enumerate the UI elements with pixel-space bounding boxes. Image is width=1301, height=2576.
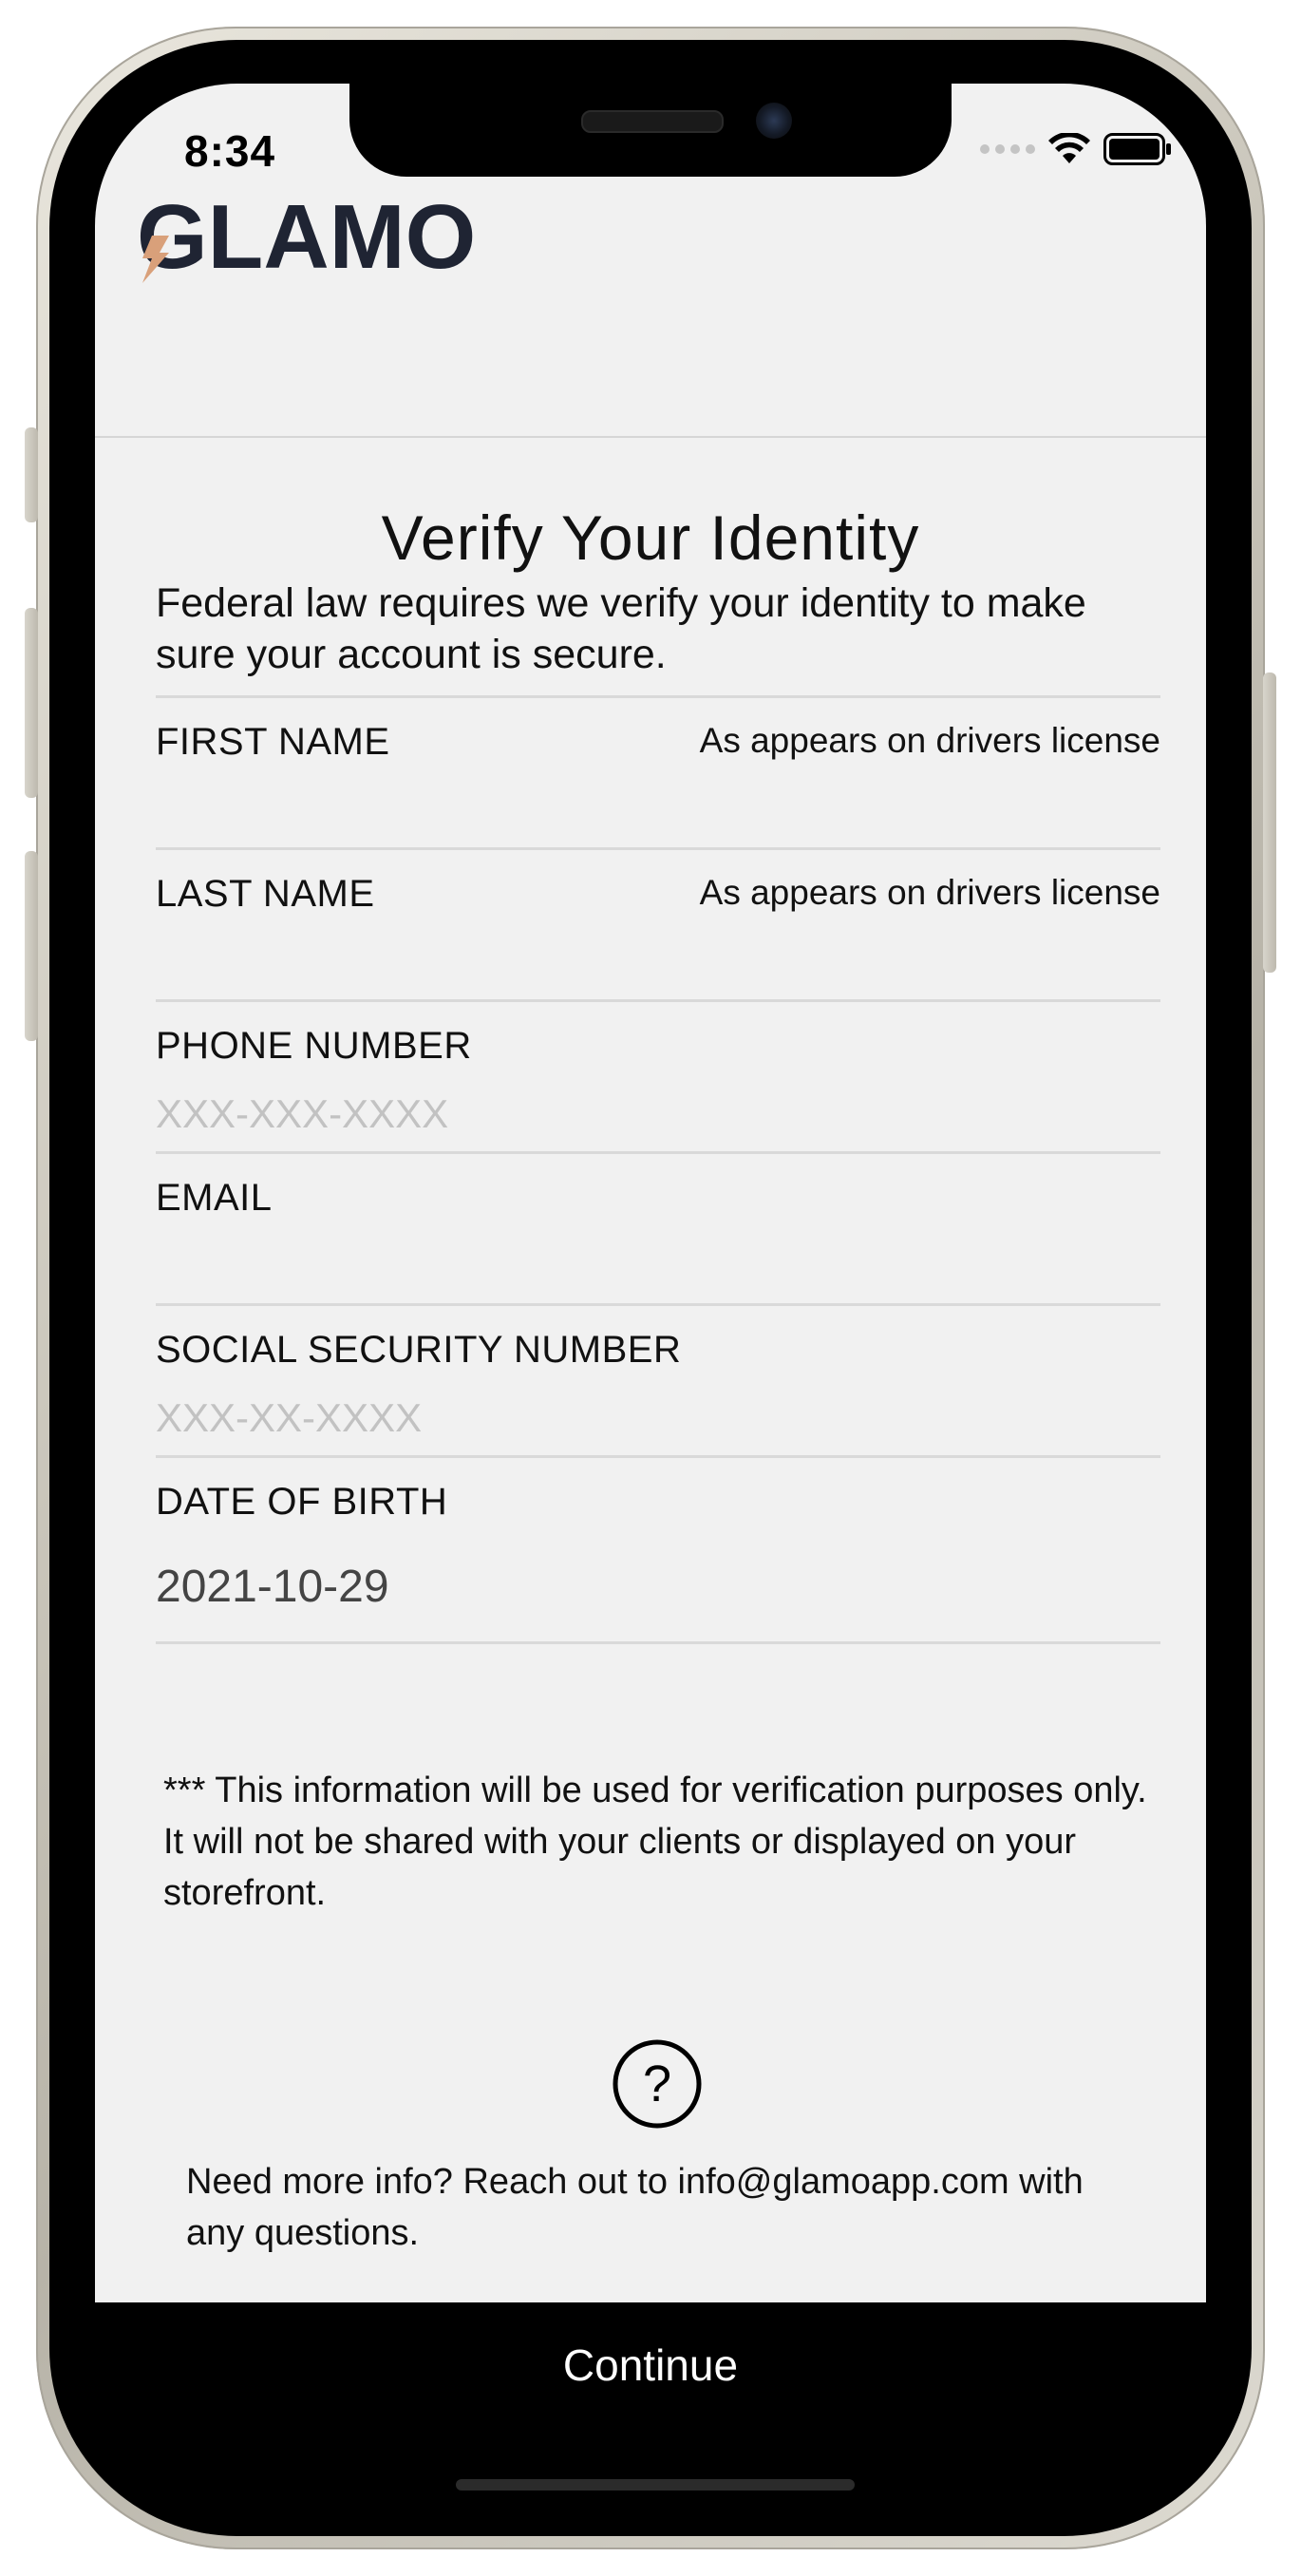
continue-button[interactable]: Continue bbox=[95, 2302, 1206, 2426]
last-name-label: LAST NAME bbox=[156, 873, 375, 915]
svg-text:?: ? bbox=[643, 2055, 671, 2112]
phone-number-field: PHONE NUMBER bbox=[156, 999, 1160, 1152]
first-name-field: FIRST NAME As appears on drivers license bbox=[156, 695, 1160, 848]
glamo-logo: GLAMO bbox=[137, 186, 479, 290]
date-of-birth-label: DATE OF BIRTH bbox=[156, 1481, 448, 1523]
last-name-field: LAST NAME As appears on drivers license bbox=[156, 847, 1160, 1000]
ssn-field: SOCIAL SECURITY NUMBER bbox=[156, 1303, 1160, 1456]
last-name-input[interactable] bbox=[156, 934, 1160, 991]
date-of-birth-value[interactable]: 2021-10-29 bbox=[156, 1561, 389, 1613]
silent-switch bbox=[25, 427, 38, 522]
first-name-label: FIRST NAME bbox=[156, 721, 390, 763]
home-indicator[interactable] bbox=[456, 2479, 855, 2491]
form-bottom-divider bbox=[156, 1641, 1160, 1644]
notch bbox=[349, 84, 952, 177]
verification-notice: *** This information will be used for ve… bbox=[163, 1771, 1147, 1913]
earpiece-speaker bbox=[581, 110, 724, 133]
question-circle-icon[interactable]: ? bbox=[612, 2038, 703, 2134]
glamo-logo-icon: GLAMO bbox=[137, 186, 476, 288]
volume-down-button bbox=[25, 851, 38, 1041]
app-content: 8:34 GLAMO Verify Your Identity Federal … bbox=[95, 84, 1206, 2302]
screen: 8:34 GLAMO Verify Your Identity Federal … bbox=[95, 84, 1206, 2492]
status-time: 8:34 bbox=[184, 126, 276, 176]
page-subtitle: Federal law requires we verify your iden… bbox=[156, 580, 1086, 677]
first-name-hint: As appears on drivers license bbox=[699, 721, 1160, 760]
phone-number-input[interactable] bbox=[156, 1086, 1160, 1143]
date-of-birth-field[interactable]: DATE OF BIRTH 2021-10-29 bbox=[156, 1455, 1160, 1644]
first-name-input[interactable] bbox=[156, 782, 1160, 839]
ssn-input[interactable] bbox=[156, 1390, 1160, 1447]
email-input[interactable] bbox=[156, 1238, 1160, 1295]
cellular-signal-icon bbox=[980, 144, 1035, 154]
phone-number-label: PHONE NUMBER bbox=[156, 1025, 472, 1067]
battery-icon bbox=[1103, 133, 1171, 165]
logo-text: GLAMO bbox=[137, 190, 476, 285]
email-field: EMAIL bbox=[156, 1151, 1160, 1304]
front-camera bbox=[756, 103, 792, 139]
page-title: Verify Your Identity bbox=[381, 502, 920, 573]
status-indicators bbox=[980, 133, 1172, 165]
volume-up-button bbox=[25, 608, 38, 798]
wifi-icon bbox=[1048, 133, 1090, 163]
ssn-label: SOCIAL SECURITY NUMBER bbox=[156, 1329, 682, 1371]
email-label: EMAIL bbox=[156, 1177, 273, 1219]
power-button bbox=[1263, 672, 1276, 973]
help-text: Need more info? Reach out to info@glamoa… bbox=[186, 2162, 1084, 2253]
last-name-hint: As appears on drivers license bbox=[699, 873, 1160, 912]
